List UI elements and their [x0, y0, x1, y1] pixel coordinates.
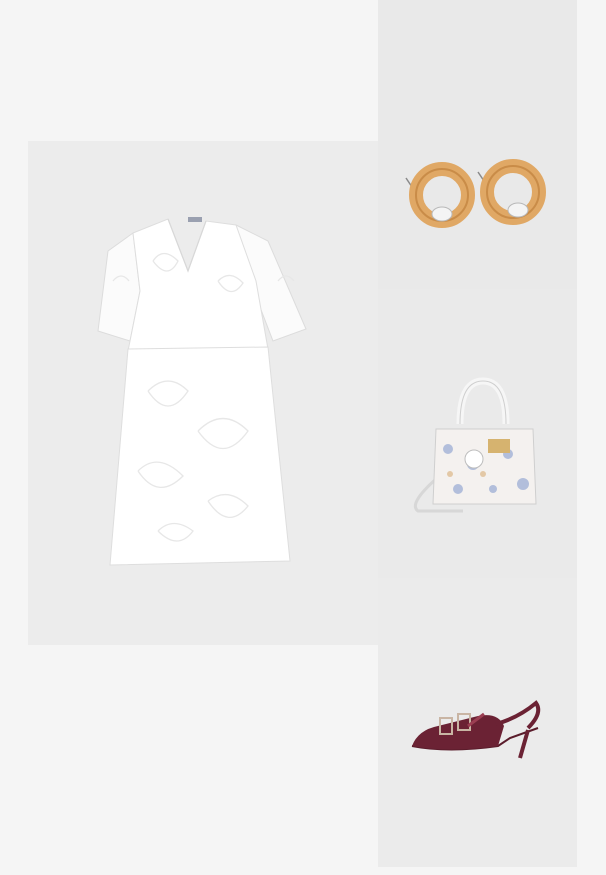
- floral-tote-bag-image: [413, 377, 537, 513]
- product-tile-dress[interactable]: [28, 141, 378, 645]
- burgundy-slingback-heels-image: [411, 700, 541, 759]
- product-tile-bag[interactable]: [378, 289, 577, 578]
- white-lace-dress-image: [97, 217, 307, 566]
- product-tile-shoes[interactable]: [378, 578, 577, 867]
- gold-hoop-earrings-image: [405, 159, 546, 228]
- product-tile-earrings[interactable]: [378, 0, 577, 289]
